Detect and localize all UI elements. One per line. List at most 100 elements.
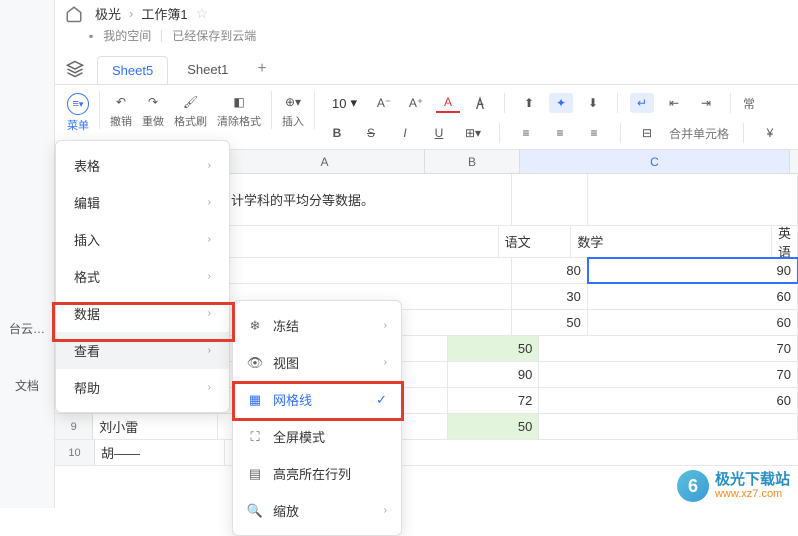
font-size-inc[interactable]: A⁺ (404, 93, 428, 113)
cell[interactable]: 英语 (772, 226, 798, 257)
chevron-right-icon: › (384, 505, 387, 516)
menu-item-view[interactable]: 查看› (56, 332, 229, 369)
rail-item-docs[interactable]: 文档 (15, 377, 39, 394)
submenu-item-gridlines[interactable]: ▦ 网格线 ✓ (233, 381, 401, 418)
menu-item-data[interactable]: 数据› (56, 295, 229, 332)
insert-button[interactable]: ⊕▾ 插入 (278, 91, 308, 131)
submenu-item-freeze[interactable]: ❄ 冻结 › (233, 307, 401, 344)
merge-label[interactable]: 合并单元格 (669, 125, 729, 142)
cell-selected[interactable]: 90 (588, 258, 798, 283)
rail-item-cloud[interactable]: 台云… (9, 320, 45, 337)
cell[interactable]: 30 (512, 284, 588, 309)
divider (161, 30, 162, 42)
submenu-item-highlight[interactable]: ▤ 高亮所在行列 (233, 455, 401, 492)
submenu-item-viewmode[interactable]: 👁 视图 › (233, 344, 401, 381)
cell[interactable]: 70 (539, 362, 798, 387)
underline-button[interactable]: U (427, 123, 451, 143)
menu-item-insert[interactable]: 插入› (56, 221, 229, 258)
cell[interactable]: 语文 (499, 226, 572, 257)
wrap-button[interactable]: ↵ (630, 93, 654, 113)
border-button[interactable]: ⊞▾ (461, 123, 485, 143)
undo-button[interactable]: ↶ 撤销 (106, 91, 136, 131)
tab-sheet1[interactable]: Sheet1 (172, 55, 243, 83)
cell[interactable] (225, 226, 499, 257)
cell[interactable]: 90 (448, 362, 539, 387)
bold-button[interactable]: B (325, 123, 349, 143)
col-header-A[interactable]: A (225, 150, 425, 173)
layers-icon[interactable] (65, 59, 85, 79)
cell[interactable] (539, 414, 798, 439)
redo-button[interactable]: ↷ 重做 (138, 91, 168, 131)
cell[interactable]: 50 (448, 336, 539, 361)
col-header-B[interactable]: B (425, 150, 520, 173)
menu-button[interactable]: ≡▾ 菜单 (63, 91, 93, 135)
brush-icon: 🖌 (182, 93, 200, 111)
valign-mid[interactable]: ✦ (549, 93, 573, 113)
cell[interactable]: 60 (588, 284, 798, 309)
divider (620, 123, 621, 143)
merge-icon[interactable]: ⊟ (635, 123, 659, 143)
cell[interactable]: 数学 (571, 226, 772, 257)
divider (314, 91, 315, 129)
align-center[interactable]: ≡ (548, 123, 572, 143)
eraser-icon: ◧ (230, 93, 248, 111)
row-number[interactable]: 9 (55, 414, 93, 439)
submenu-item-fullscreen[interactable]: ⛶ 全屏模式 (233, 418, 401, 455)
cell[interactable]: 72 (448, 388, 539, 413)
cell[interactable]: 50 (512, 310, 588, 335)
watermark-logo-icon: 6 (677, 470, 709, 502)
zoom-icon: 🔍 (247, 503, 263, 519)
cell[interactable] (225, 258, 512, 283)
menu-item-table[interactable]: 表格› (56, 147, 229, 184)
font-color-button[interactable]: A (436, 93, 460, 113)
cell[interactable] (588, 174, 798, 225)
indent-dec[interactable]: ⇤ (662, 93, 686, 113)
italic-button[interactable]: I (393, 123, 417, 143)
chevron-right-icon: › (208, 271, 211, 282)
menu-label: 菜单 (67, 117, 89, 133)
divider (504, 93, 505, 113)
menu-item-format[interactable]: 格式› (56, 258, 229, 295)
format-painter-button[interactable]: 🖌 格式刷 (170, 91, 211, 131)
star-icon[interactable]: ☆ (196, 5, 209, 22)
breadcrumb-file[interactable]: 工作簿1 (141, 4, 187, 23)
plus-circle-icon: ⊕▾ (284, 93, 302, 111)
cell[interactable]: 计学科的平均分等数据。 (225, 174, 512, 225)
font-size-dec[interactable]: A⁻ (372, 93, 396, 113)
chevron-right-icon: › (208, 382, 211, 393)
indent-inc[interactable]: ⇥ (694, 93, 718, 113)
cell[interactable]: 胡—— (95, 440, 225, 465)
col-header-C[interactable]: C (520, 150, 790, 173)
home-icon[interactable] (65, 5, 83, 23)
font-size-select[interactable]: 10 ▾ (325, 91, 364, 115)
strike-button[interactable]: S (359, 123, 383, 143)
divider (99, 91, 100, 129)
align-right[interactable]: ≡ (582, 123, 606, 143)
cell[interactable]: 60 (588, 310, 798, 335)
currency-button[interactable]: ¥ (758, 123, 782, 143)
align-left[interactable]: ≡ (514, 123, 538, 143)
cell[interactable]: 70 (539, 336, 798, 361)
cell[interactable]: 60 (539, 388, 798, 413)
tab-add-button[interactable]: + (247, 54, 276, 84)
tab-sheet5[interactable]: Sheet5 (97, 56, 168, 84)
clear-format-button[interactable]: ◧ 清除格式 (213, 91, 265, 131)
cell[interactable] (512, 174, 588, 225)
freeze-icon: ❄ (247, 318, 263, 334)
cf-label: 清除格式 (217, 113, 261, 129)
divider (271, 91, 272, 129)
space-label[interactable]: 我的空间 (103, 27, 151, 44)
menu-item-edit[interactable]: 编辑› (56, 184, 229, 221)
menu-item-help[interactable]: 帮助› (56, 369, 229, 406)
valign-top[interactable]: ⬆ (517, 93, 541, 113)
breadcrumb-root[interactable]: 极光 (95, 4, 121, 23)
chevron-right-icon: › (384, 357, 387, 368)
fill-color-button[interactable] (468, 93, 492, 113)
watermark-name: 极光下载站 (715, 472, 790, 489)
row-number[interactable]: 10 (55, 440, 95, 465)
submenu-item-zoom[interactable]: 🔍 缩放 › (233, 492, 401, 529)
cell[interactable]: 刘小雷 (93, 414, 218, 439)
cell[interactable]: 80 (512, 258, 588, 283)
valign-bot[interactable]: ⬇ (581, 93, 605, 113)
cell[interactable]: 50 (448, 414, 539, 439)
